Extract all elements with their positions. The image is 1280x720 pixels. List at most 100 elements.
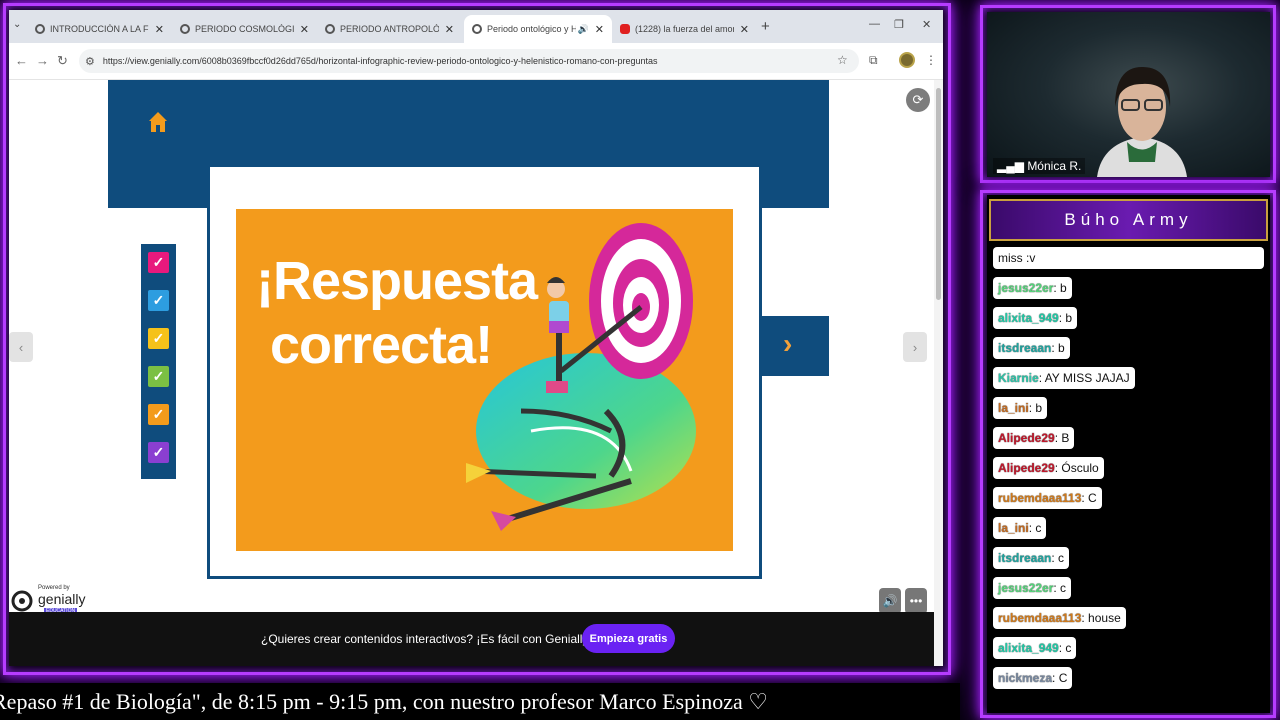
chat-message: alixita_949 : c <box>993 637 1077 659</box>
signal-icon: ▂▄▆ <box>997 159 1024 173</box>
restore-button[interactable]: ❐ <box>894 18 904 31</box>
checkbox-6[interactable]: ✓ <box>148 442 169 463</box>
chat-username: alixita_949 <box>998 311 1059 325</box>
chat-title: Búho Army <box>989 199 1268 241</box>
stream-layout: ⌄ INTRODUCCIÓN A LA FILOSOFÍ ✕ PERIODO C… <box>0 0 1280 720</box>
close-icon[interactable]: ✕ <box>740 23 749 36</box>
extensions-icon[interactable]: ⧉ <box>869 53 878 68</box>
chat-username: itsdreaan <box>998 551 1052 565</box>
prev-arrow-button[interactable]: ‹ <box>9 332 33 362</box>
next-arrow-button[interactable]: › <box>903 332 927 362</box>
tab-ontologico[interactable]: Periodo ontológico y Helen 🔊 ✕ <box>464 15 612 43</box>
new-tab-button[interactable]: + <box>761 18 770 35</box>
close-icon[interactable]: ✕ <box>445 23 454 36</box>
presenter-video <box>1097 67 1187 177</box>
chat-username: jesus22er <box>998 281 1054 295</box>
tab-bar: ⌄ INTRODUCCIÓN A LA FILOSOFÍ ✕ PERIODO C… <box>9 10 943 43</box>
chat-message: itsdreaan : c <box>993 547 1070 569</box>
tab-label: PERIODO COSMOLÓGICO | Gen <box>195 24 294 34</box>
avatar[interactable] <box>899 52 915 68</box>
reload-button[interactable]: ↻ <box>57 53 68 69</box>
checkbox-2[interactable]: ✓ <box>148 290 169 311</box>
chat-message: la_ini : c <box>993 517 1047 539</box>
chat-username: alixita_949 <box>998 641 1059 655</box>
checkbox-5[interactable]: ✓ <box>148 404 169 425</box>
browser-window: ⌄ INTRODUCCIÓN A LA FILOSOFÍ ✕ PERIODO C… <box>9 10 943 666</box>
close-window-button[interactable]: ✕ <box>922 18 931 31</box>
chat-message: Alipede29 : Ósculo <box>993 457 1104 479</box>
chat-message: rubemdaaa113 : house <box>993 607 1126 629</box>
tab-antropologico[interactable]: PERIODO ANTROPOLÓGICO | G ✕ <box>317 15 462 43</box>
chat-message: Kiarnie : AY MISS JAJAJ <box>993 367 1135 389</box>
tab-search-icon[interactable]: ⌄ <box>13 19 21 30</box>
home-icon[interactable] <box>148 110 168 134</box>
chat-username: rubemdaaa113 <box>998 491 1082 505</box>
url-text: https://view.genially.com/6008b0369fbccf… <box>102 56 658 66</box>
chat-message: jesus22er : b <box>993 277 1072 299</box>
url-field[interactable]: ⚙ https://view.genially.com/6008b0369fbc… <box>79 49 859 73</box>
tab-label: (1228) la fuerza del amor - You <box>635 24 734 34</box>
chat-messages: miss :v jesus22er : b alixita_949 : b it… <box>993 247 1265 697</box>
genially-favicon-icon <box>35 24 45 34</box>
chat-panel: Búho Army miss :v jesus22er : b alixita_… <box>987 195 1270 713</box>
chat-username: Kiarnie <box>998 371 1039 385</box>
chat-username: Alipede29 <box>998 431 1055 445</box>
scrollbar[interactable] <box>934 80 943 666</box>
more-options-button[interactable]: ••• <box>905 588 927 614</box>
close-icon[interactable]: ✕ <box>595 23 604 36</box>
chat-message: alixita_949 : b <box>993 307 1078 329</box>
genially-promo-bar: ¿Quieres crear contenidos interactivos? … <box>9 612 934 666</box>
chat-message: jesus22er : c <box>993 577 1072 599</box>
promo-text: ¿Quieres crear contenidos interactivos? … <box>261 632 592 646</box>
back-button[interactable]: ← <box>15 53 28 68</box>
checkbox-4[interactable]: ✓ <box>148 366 169 387</box>
genially-favicon-icon <box>325 24 335 34</box>
bookmark-star-icon[interactable]: ☆ <box>837 53 848 67</box>
audio-button[interactable]: 🔊 <box>879 588 901 614</box>
genially-page: ⟳ ‹ › › ✓ ✓ ✓ ✓ ✓ ✓ ¡Respuesta correcta! <box>9 80 943 666</box>
target-illustration <box>466 223 696 531</box>
chat-message: nickmeza : C <box>993 667 1073 689</box>
site-info-icon[interactable]: ⚙ <box>85 55 95 68</box>
minimize-button[interactable]: — <box>869 18 880 30</box>
chat-message: Alipede29 : B <box>993 427 1075 449</box>
chat-username: rubemdaaa113 <box>998 611 1082 625</box>
chat-message: rubemdaaa113 : C <box>993 487 1102 509</box>
checkbox-column: ✓ ✓ ✓ ✓ ✓ ✓ <box>141 244 176 479</box>
chat-message: itsdreaan : b <box>993 337 1070 359</box>
scrollbar-thumb[interactable] <box>936 88 941 300</box>
start-free-button[interactable]: Empieza gratis <box>582 624 675 653</box>
checkbox-3[interactable]: ✓ <box>148 328 169 349</box>
webcam-name-label: ▂▄▆ Mónica R. <box>993 158 1086 174</box>
webcam-feed: ▂▄▆ Mónica R. <box>987 12 1270 177</box>
genially-favicon-icon <box>472 24 482 34</box>
tab-youtube[interactable]: (1228) la fuerza del amor - You ✕ <box>612 15 757 43</box>
chat-username: itsdreaan <box>998 341 1052 355</box>
chat-username: jesus22er <box>998 581 1054 595</box>
chat-username: nickmeza <box>998 671 1053 685</box>
chat-message: miss :v <box>993 247 1264 269</box>
youtube-favicon-icon <box>620 24 630 34</box>
genially-brand: genially <box>38 591 86 607</box>
tab-label: INTRODUCCIÓN A LA FILOSOFÍ <box>50 24 149 34</box>
forward-button[interactable]: → <box>36 53 49 68</box>
chat-username: Alipede29 <box>998 461 1055 475</box>
speaker-icon[interactable]: 🔊 <box>578 24 589 35</box>
address-bar: ← → ↻ ⚙ https://view.genially.com/6008b0… <box>9 43 943 80</box>
ticker-banner: Repaso #1 de Biología", de 8:15 pm - 9:1… <box>0 683 960 720</box>
tab-label: Periodo ontológico y Helen <box>487 24 576 34</box>
next-slide-button[interactable]: › <box>761 316 829 376</box>
refresh-icon[interactable]: ⟳ <box>906 88 930 112</box>
tab-filosofia[interactable]: INTRODUCCIÓN A LA FILOSOFÍ ✕ <box>27 15 172 43</box>
tab-label: PERIODO ANTROPOLÓGICO | G <box>340 24 439 34</box>
tab-cosmologico[interactable]: PERIODO COSMOLÓGICO | Gen ✕ <box>172 15 317 43</box>
close-icon[interactable]: ✕ <box>155 23 164 36</box>
chevron-right-icon: › <box>783 328 793 359</box>
chat-message: la_ini : b <box>993 397 1048 419</box>
chat-username: la_ini <box>998 521 1029 535</box>
chat-username: la_ini <box>998 401 1029 415</box>
ticker-text: Repaso #1 de Biología", de 8:15 pm - 9:1… <box>0 689 768 714</box>
checkbox-1[interactable]: ✓ <box>148 252 169 273</box>
menu-kebab-icon[interactable]: ⋮ <box>925 53 937 67</box>
close-icon[interactable]: ✕ <box>300 23 309 36</box>
